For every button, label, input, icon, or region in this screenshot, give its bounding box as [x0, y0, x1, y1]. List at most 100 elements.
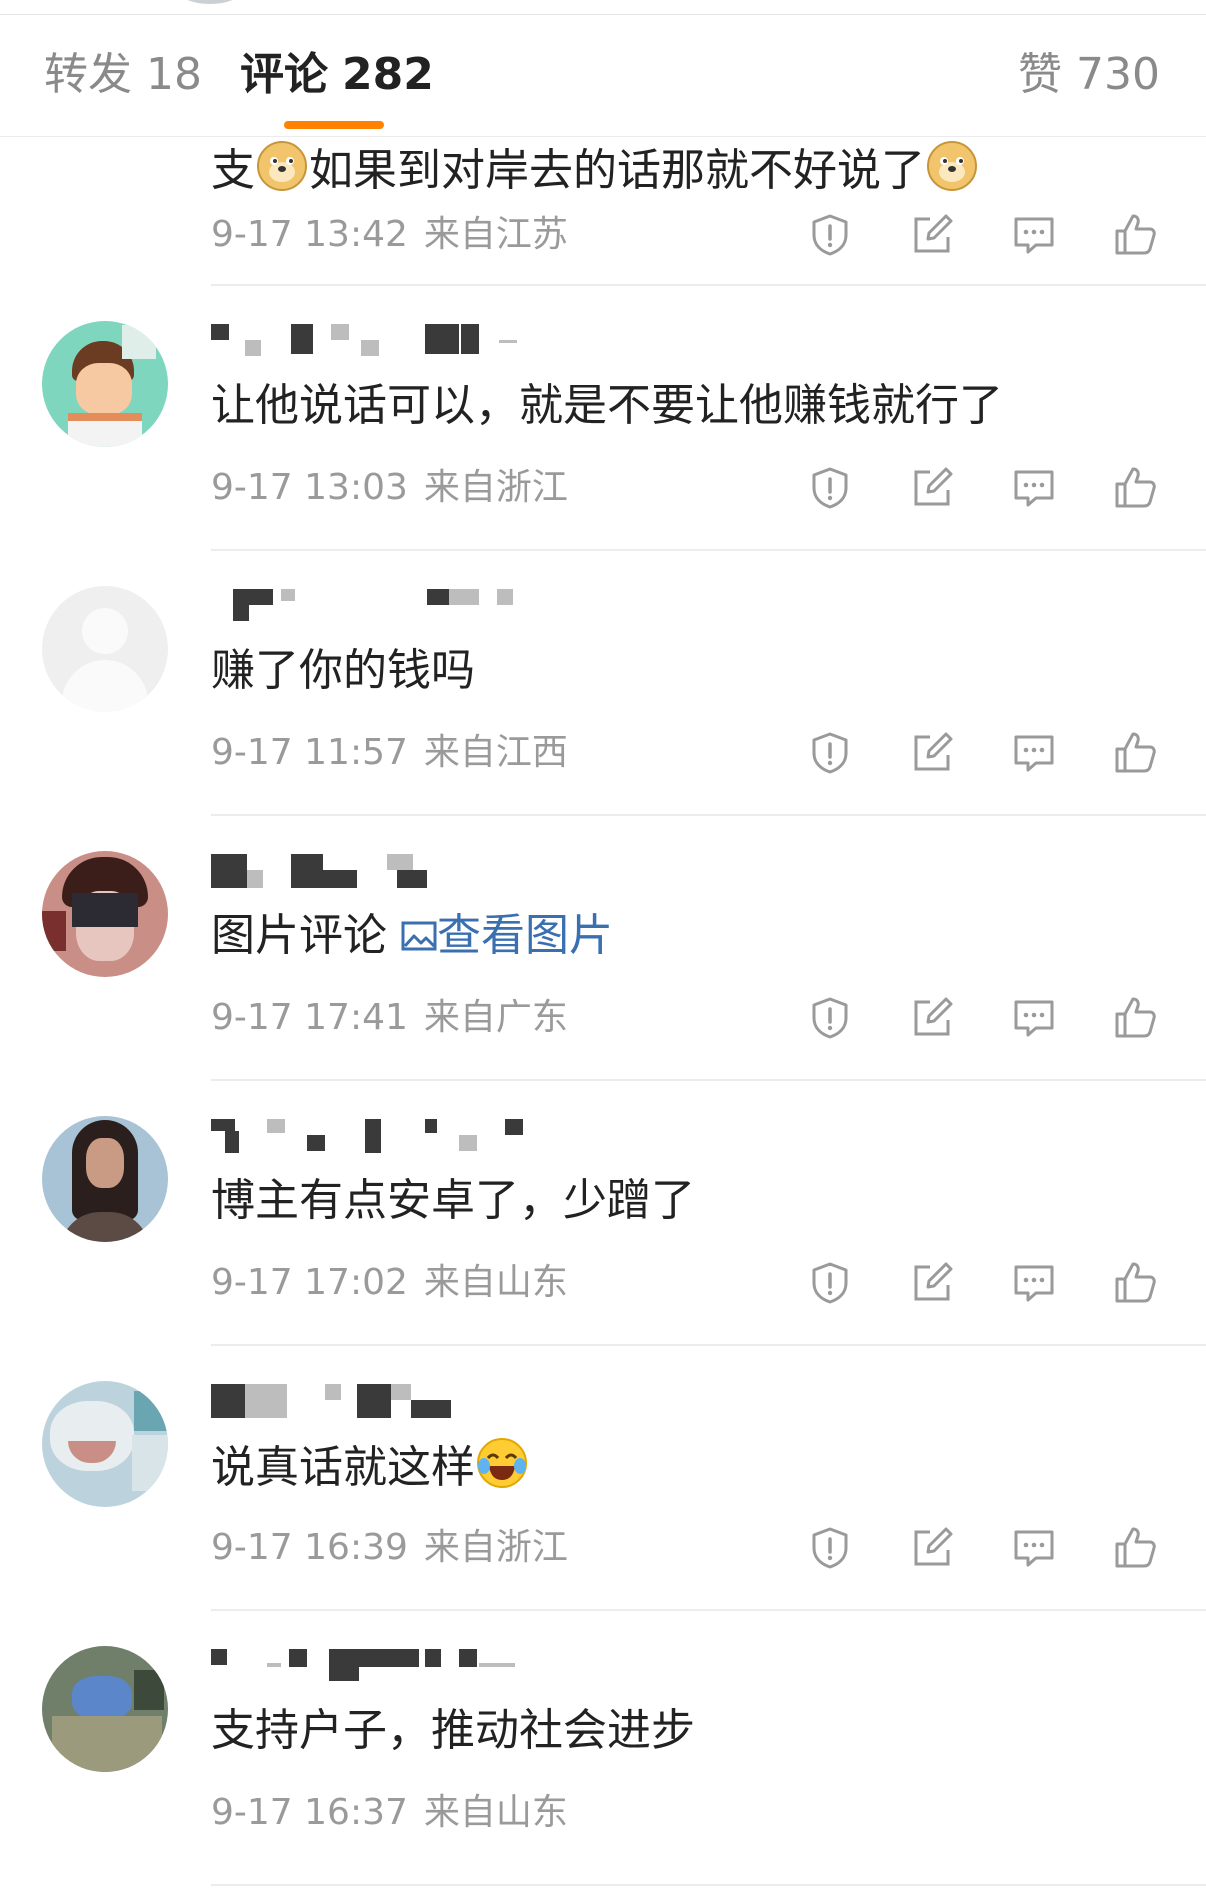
- repost-comment-button[interactable]: [902, 1253, 962, 1313]
- comment-actions: [800, 205, 1170, 265]
- repost-comment-button[interactable]: [902, 458, 962, 518]
- tab-comments-label: 评论: [240, 49, 328, 100]
- comment-location: 来自浙江: [423, 1527, 568, 1568]
- pencil-square-icon: [914, 214, 953, 253]
- comment-location: 来自浙江: [423, 467, 568, 508]
- repost-comment-button[interactable]: [902, 1518, 962, 1578]
- comment-item: 博主有点安卓了，少蹭了 9-17 17:02 来自山东: [0, 1081, 1206, 1346]
- pencil-square-icon: [914, 997, 953, 1036]
- laughing-tears-emoji-icon: [477, 1438, 527, 1488]
- avatar[interactable]: [42, 586, 168, 712]
- tab-likes[interactable]: 赞 730: [1018, 45, 1160, 105]
- comment-actions: [800, 723, 1170, 783]
- avatar[interactable]: [42, 851, 168, 977]
- report-button[interactable]: [800, 1518, 860, 1578]
- tab-repost-count: 18: [146, 49, 202, 100]
- reply-button[interactable]: [1004, 205, 1064, 265]
- comment-time: 9-17 13:03: [211, 467, 408, 508]
- comment-actions: [800, 988, 1170, 1048]
- comment-text: 支 如果到对岸去的话那就不好说了: [211, 139, 979, 201]
- username-redacted[interactable]: [211, 589, 631, 633]
- tab-repost[interactable]: 转发 18: [44, 45, 202, 105]
- comment-text: 让他说话可以，就是不要让他赚钱就行了: [211, 380, 1003, 431]
- like-button[interactable]: [1105, 1518, 1165, 1578]
- avatar[interactable]: [42, 1646, 168, 1772]
- avatar[interactable]: [42, 1116, 168, 1242]
- comment-meta: 9-17 11:57 来自江西: [211, 729, 568, 777]
- report-button[interactable]: [800, 723, 860, 783]
- reply-button[interactable]: [1004, 1253, 1064, 1313]
- like-button[interactable]: [1105, 205, 1165, 265]
- comment-meta: 9-17 17:02 来自山东: [211, 1259, 568, 1307]
- comment-bubble-icon: [1014, 735, 1054, 772]
- like-button[interactable]: [1105, 1253, 1165, 1313]
- comment-location: 来自山东: [423, 1262, 568, 1303]
- tab-comments-count: 282: [342, 49, 434, 100]
- comment-meta: 9-17 13:42 来自江苏: [211, 211, 568, 259]
- comment-text-main: 图片评论: [211, 910, 387, 961]
- comment-text: 博主有点安卓了，少蹭了: [211, 1175, 695, 1226]
- tab-repost-label: 转发: [44, 49, 132, 100]
- doge-emoji-icon: [257, 141, 307, 191]
- comment-text-main: 如果到对岸去的话那就不好说了: [309, 145, 925, 196]
- thumbs-up-icon: [1115, 467, 1156, 508]
- doge-emoji-icon: [927, 141, 977, 191]
- comment-time: 9-17 11:57: [211, 732, 408, 773]
- comment-bubble-icon: [1014, 1265, 1054, 1302]
- comment-item: 说真话就这样 9-17 16:39 来自浙江: [0, 1346, 1206, 1611]
- repost-comment-button[interactable]: [902, 205, 962, 265]
- report-button[interactable]: [800, 458, 860, 518]
- username-redacted[interactable]: [211, 1649, 631, 1693]
- tab-bar: 转发 18 评论 282 赞 730: [0, 15, 1206, 137]
- comment-meta: 9-17 16:39 来自浙江: [211, 1524, 568, 1572]
- repost-comment-button[interactable]: [902, 723, 962, 783]
- username-redacted[interactable]: [211, 1384, 631, 1428]
- comment-text-prefix: 支: [211, 145, 255, 196]
- comment-item: 图片评论 查看图片 9-17 17:41 来自广东: [0, 816, 1206, 1081]
- view-image-link[interactable]: 查看图片: [401, 910, 613, 961]
- comment-location: 来自江西: [423, 732, 568, 773]
- comment-divider: [211, 1884, 1206, 1886]
- exclamation-shield-icon: [812, 214, 848, 256]
- comment-location: 来自江苏: [423, 214, 568, 255]
- tab-likes-label: 赞: [1018, 49, 1063, 100]
- username-redacted[interactable]: [211, 1119, 631, 1163]
- reply-button[interactable]: [1004, 1518, 1064, 1578]
- reply-button[interactable]: [1004, 458, 1064, 518]
- tab-comments[interactable]: 评论 282: [240, 45, 434, 105]
- comment-meta: 9-17 13:03 来自浙江: [211, 464, 568, 512]
- comment-actions: [800, 458, 1170, 518]
- exclamation-shield-icon: [812, 467, 848, 509]
- comment-time: 9-17 13:42: [211, 214, 408, 255]
- pencil-square-icon: [914, 467, 953, 506]
- repost-comment-button[interactable]: [902, 988, 962, 1048]
- pencil-square-icon: [914, 1262, 953, 1301]
- thumbs-up-icon: [1115, 214, 1156, 255]
- comment-actions: [800, 1518, 1170, 1578]
- view-image-label: 查看图片: [437, 910, 613, 961]
- exclamation-shield-icon: [812, 1527, 848, 1569]
- reply-button[interactable]: [1004, 723, 1064, 783]
- report-button[interactable]: [800, 988, 860, 1048]
- comment-bubble-icon: [1014, 217, 1054, 254]
- like-button[interactable]: [1105, 723, 1165, 783]
- active-tab-indicator: [284, 121, 384, 129]
- like-button[interactable]: [1105, 988, 1165, 1048]
- comment-text-main: 说真话就这样: [211, 1442, 475, 1493]
- reply-button[interactable]: [1004, 988, 1064, 1048]
- avatar[interactable]: [42, 321, 168, 447]
- report-button[interactable]: [800, 1253, 860, 1313]
- avatar[interactable]: [42, 1381, 168, 1507]
- username-redacted[interactable]: [211, 324, 631, 368]
- comment-bubble-icon: [1014, 1000, 1054, 1037]
- tab-likes-count: 730: [1076, 49, 1160, 100]
- report-button[interactable]: [800, 205, 860, 265]
- comment-bubble-icon: [1014, 1530, 1054, 1567]
- pencil-square-icon: [914, 1527, 953, 1566]
- comment-item: 支 如果到对岸去的话那就不好说了 9-17 13:42 来自江苏: [0, 137, 1206, 286]
- username-redacted[interactable]: [211, 854, 631, 898]
- thumbs-up-icon: [1115, 1262, 1156, 1303]
- comment-list: 支 如果到对岸去的话那就不好说了 9-17 13:42 来自江苏 让他说话可以，就…: [0, 137, 1206, 1886]
- exclamation-shield-icon: [812, 1262, 848, 1304]
- like-button[interactable]: [1105, 458, 1165, 518]
